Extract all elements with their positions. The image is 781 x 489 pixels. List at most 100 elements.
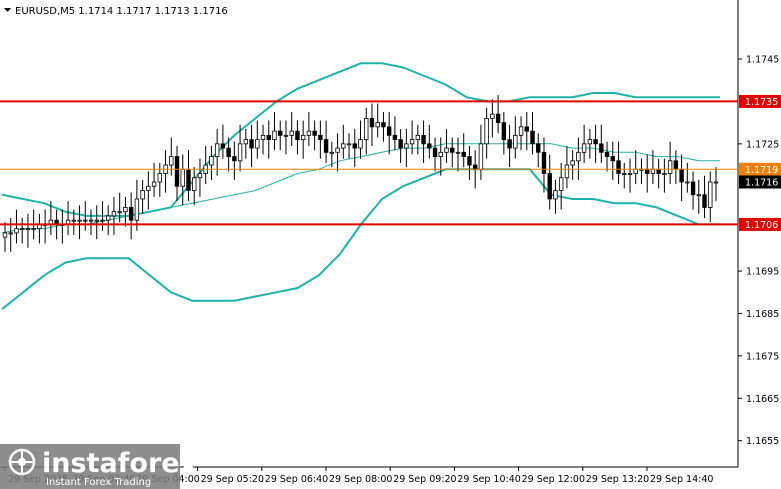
candle-body-bull bbox=[237, 143, 243, 162]
candle-body-bull bbox=[564, 164, 570, 179]
candle-body-bull bbox=[518, 126, 524, 136]
candle-body-bull bbox=[106, 215, 111, 221]
price-level-label: 1.1719 bbox=[745, 165, 778, 176]
x-tick-label: 29 Sep 06:40 bbox=[265, 474, 328, 485]
candle-body-bull bbox=[214, 143, 220, 157]
candle-body-bull bbox=[255, 139, 260, 149]
candle-body-bear bbox=[312, 130, 317, 136]
candle-body-bull bbox=[650, 168, 656, 174]
x-tick-label: 29 Sep 12:00 bbox=[522, 474, 585, 485]
candle-body-bull bbox=[404, 143, 409, 149]
candle-body-bull bbox=[157, 173, 163, 183]
candle-body-bull bbox=[335, 147, 340, 153]
candle-body-bear bbox=[369, 117, 375, 128]
candle-body-bear bbox=[610, 156, 615, 162]
candle-body-bull bbox=[364, 117, 369, 140]
y-tick-label: 1.1675 bbox=[746, 351, 779, 362]
candle-body-bear bbox=[128, 207, 134, 221]
price-level-label: 1.1706 bbox=[745, 220, 778, 231]
price-chart: 1.1735 1.1706 1.1719 1.1716 1.1745 1.1725 1.1… bbox=[0, 0, 781, 489]
candle-body-bear bbox=[450, 147, 455, 153]
candle-body-bear bbox=[249, 139, 254, 149]
candle-body-bull bbox=[570, 160, 575, 166]
candle-body-bull bbox=[140, 190, 145, 200]
candle-body-bear bbox=[278, 130, 283, 136]
chart-title: EURUSD,M5 1.1714 1.1717 1.1713 1.1716 bbox=[15, 6, 228, 17]
x-tick-label: 29 Sep 14:40 bbox=[650, 474, 713, 485]
candle-body-bull bbox=[88, 219, 94, 222]
candle-body-bull bbox=[622, 173, 627, 175]
candle-body-bear bbox=[226, 147, 231, 157]
candle-body-bull bbox=[94, 219, 99, 222]
candle-body-bull bbox=[180, 168, 185, 187]
candle-body-bear bbox=[690, 181, 696, 196]
candle-body-bear bbox=[421, 134, 426, 145]
candle-body-bear bbox=[673, 160, 679, 170]
x-tick-label: 29 Sep 08:00 bbox=[329, 474, 392, 485]
candle-body-bull bbox=[151, 181, 157, 187]
y-tick-label: 1.1685 bbox=[746, 309, 779, 320]
candle-body-bull bbox=[341, 143, 346, 149]
candle-body-bear bbox=[392, 134, 398, 140]
candle-body-bull bbox=[513, 134, 518, 149]
candle-body-bull bbox=[117, 211, 122, 214]
candle-body-bear bbox=[593, 139, 598, 145]
candle-body-bear bbox=[472, 164, 478, 170]
candle-body-bull bbox=[306, 130, 312, 136]
candle-body-bull bbox=[243, 139, 249, 145]
candle-body-bull bbox=[708, 181, 713, 208]
candle-body-bull bbox=[272, 130, 277, 140]
candle-body-bull bbox=[14, 228, 19, 234]
candle-body-bull bbox=[444, 147, 449, 153]
candle-body-bear bbox=[186, 168, 191, 191]
candle-body-bull bbox=[197, 173, 203, 179]
candle-body-bull bbox=[260, 134, 266, 140]
brand-logo: instaforex Instant Forex Trading bbox=[0, 444, 197, 489]
candle-body-bull bbox=[346, 143, 352, 146]
candle-body-bear bbox=[295, 130, 300, 140]
candle-body-bull bbox=[83, 219, 88, 222]
candle-body-bull bbox=[2, 232, 8, 238]
candle-body-bull bbox=[484, 117, 489, 145]
candle-body-bull bbox=[209, 156, 214, 166]
y-tick-label: 1.1655 bbox=[746, 436, 779, 447]
candle-body-bull bbox=[633, 168, 638, 174]
x-tick-label: 29 Sep 10:40 bbox=[457, 474, 520, 485]
candle-body-bear bbox=[644, 168, 650, 174]
candle-body-bear bbox=[547, 173, 552, 200]
candle-body-bear bbox=[616, 160, 621, 174]
candle-body-bull bbox=[25, 228, 31, 231]
candle-body-bull bbox=[146, 185, 151, 191]
candle-body-bull bbox=[478, 143, 484, 170]
candle-body-bear bbox=[352, 143, 357, 149]
candle-body-bear bbox=[501, 122, 507, 140]
candle-body-bear bbox=[386, 126, 392, 136]
candle-body-bear bbox=[266, 134, 271, 140]
candle-body-bull bbox=[696, 194, 701, 197]
candle-body-bear bbox=[507, 139, 512, 149]
candle-body-bull bbox=[581, 143, 587, 153]
candle-body-bull bbox=[627, 173, 633, 175]
candle-body-bear bbox=[679, 168, 684, 183]
candle-body-bull bbox=[20, 228, 25, 231]
candle-body-bull bbox=[169, 156, 174, 166]
y-tick-label: 1.1665 bbox=[746, 394, 779, 405]
candle-body-bear bbox=[398, 139, 403, 149]
candle-body-bull bbox=[490, 113, 495, 119]
candle-body-bear bbox=[702, 194, 707, 208]
candle-body-bear bbox=[381, 122, 386, 128]
y-tick-label: 1.1745 bbox=[746, 55, 779, 66]
candle-body-bull bbox=[289, 130, 294, 136]
x-tick-label: 29 Sep 05:20 bbox=[201, 474, 264, 485]
candle-body-bull bbox=[667, 160, 673, 174]
candle-body-bull bbox=[558, 177, 564, 191]
candle-body-bull bbox=[438, 151, 443, 157]
candle-body-bear bbox=[220, 143, 226, 149]
candle-body-bull bbox=[455, 151, 461, 154]
candle-body-bull bbox=[192, 177, 197, 191]
candle-body-bull bbox=[111, 211, 117, 217]
candle-body-bear bbox=[530, 130, 535, 145]
candle-body-bull bbox=[134, 198, 140, 221]
x-tick-label: 29 Sep 09:20 bbox=[393, 474, 456, 485]
candle-body-bull bbox=[283, 134, 289, 137]
